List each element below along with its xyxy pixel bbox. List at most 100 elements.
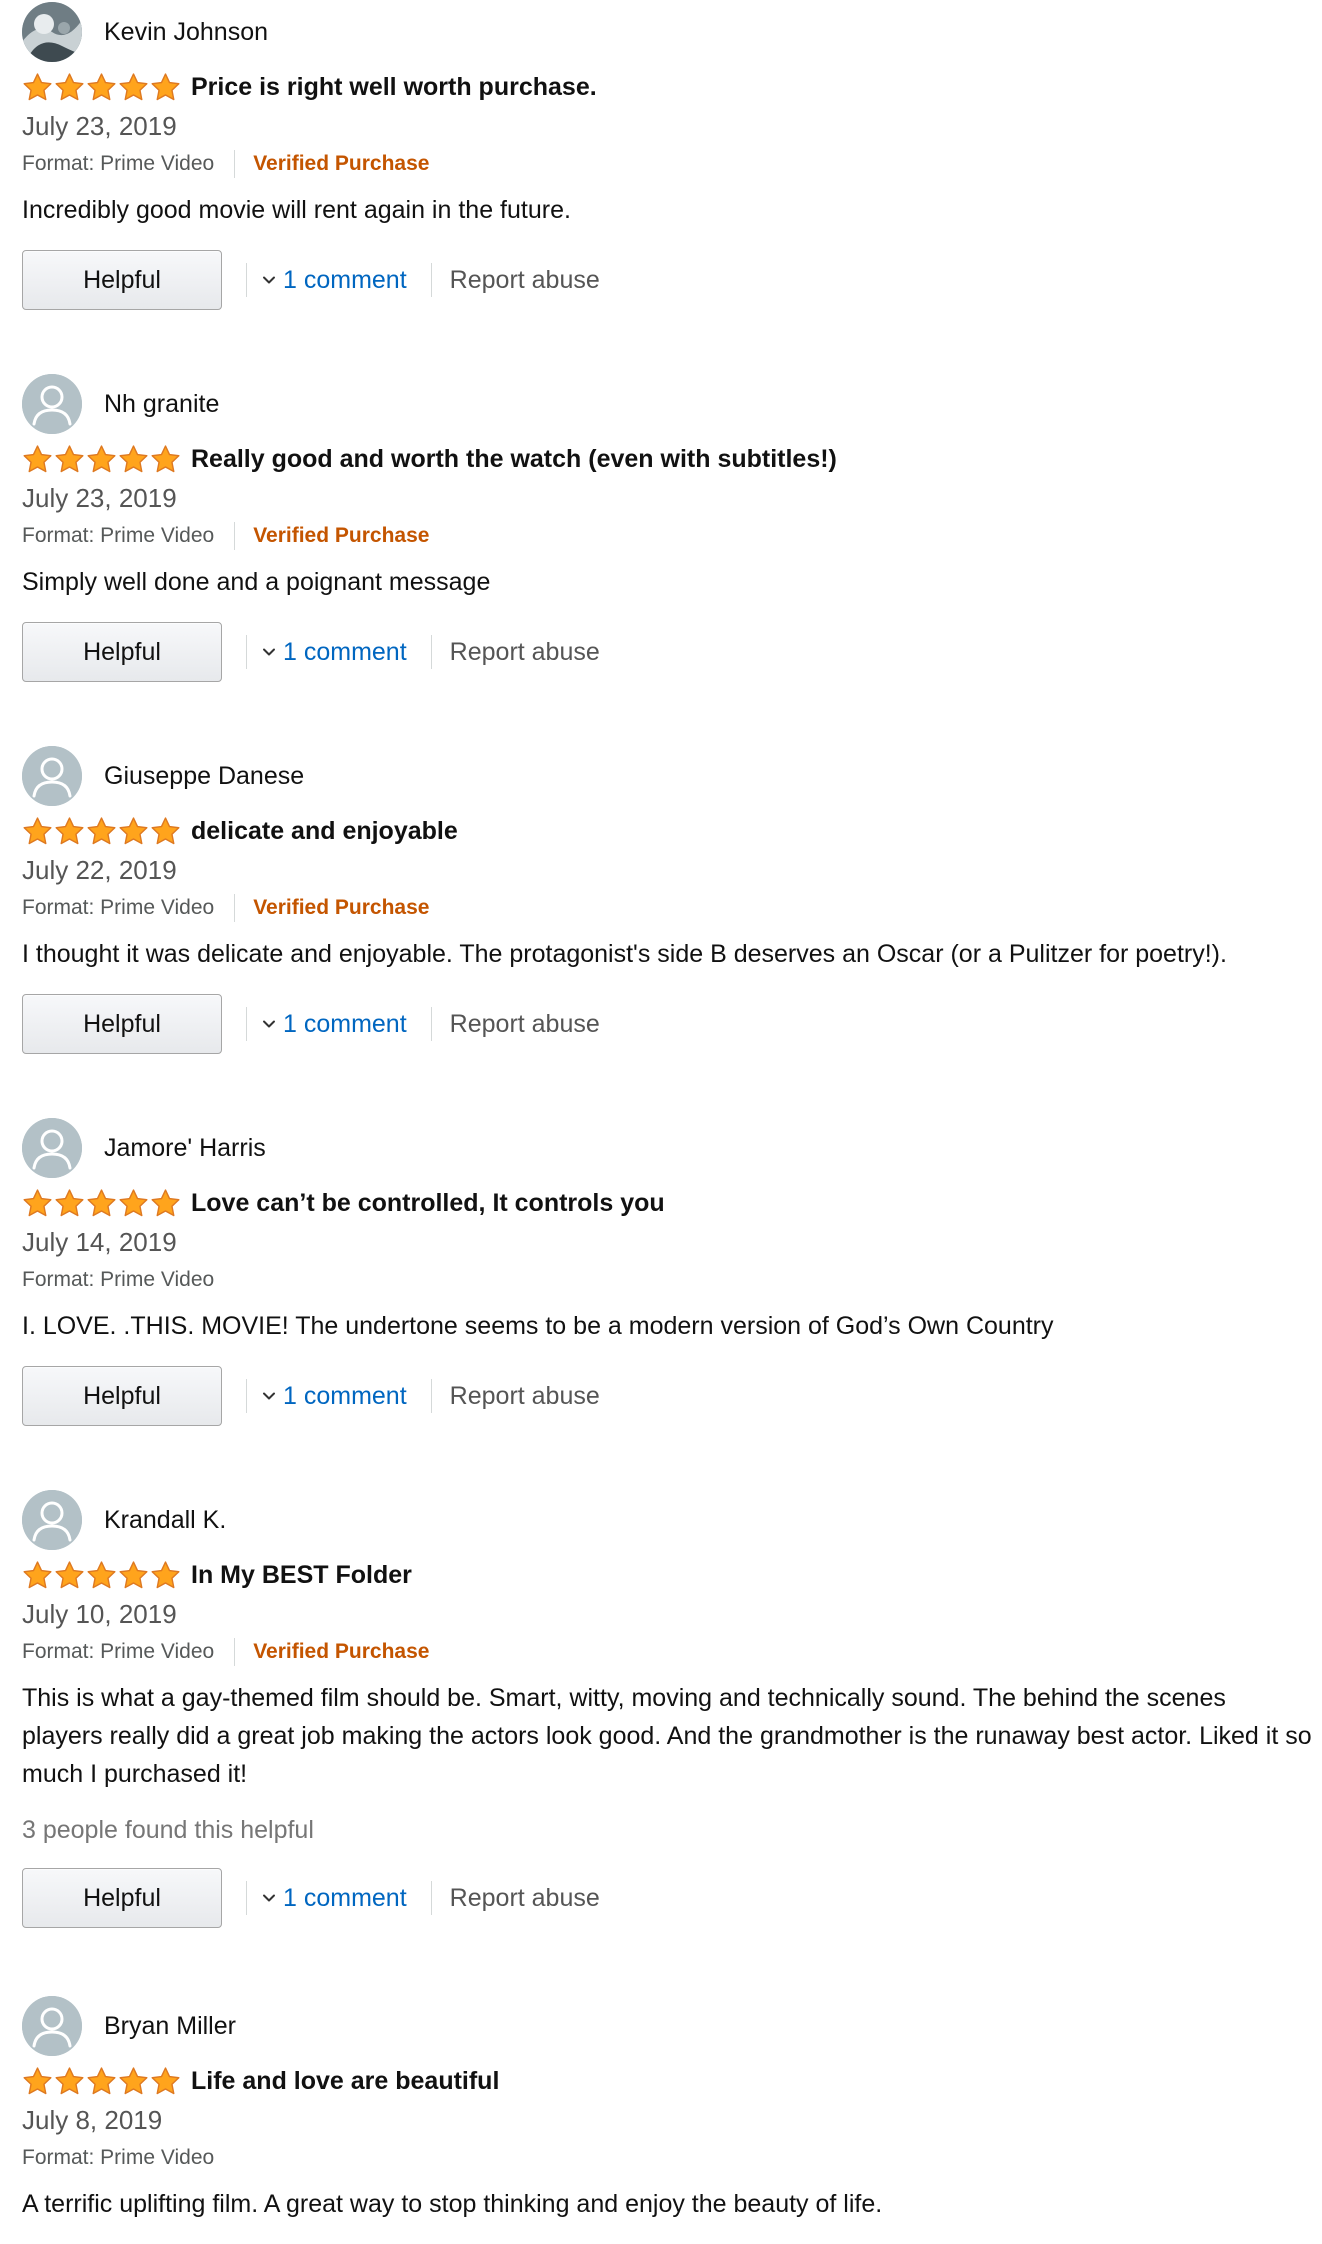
star-icon [22,816,53,847]
review-card: Jamore' Harris Love can’t be controlled, … [22,1116,1312,1427]
avatar[interactable] [22,374,82,434]
review-title[interactable]: Really good and worth the watch (even wi… [191,445,837,474]
star-icon [118,1188,149,1219]
star-icon [54,1188,85,1219]
review-actions: Helpful 1 comment Report abuse [22,621,1312,683]
divider [430,1881,432,1915]
review-title[interactable]: delicate and enjoyable [191,817,458,846]
review-title[interactable]: Price is right well worth purchase. [191,73,597,102]
divider [430,635,432,669]
star-icon [86,72,117,103]
avatar[interactable] [22,1490,82,1550]
avatar[interactable] [22,746,82,806]
chevron-down-icon [261,638,283,667]
format-label: Format: Prime Video [22,2146,215,2169]
divider [246,635,247,669]
star-icon [22,444,53,475]
review-actions: Helpful 1 comment Report abuse [22,993,1312,1055]
review-body: This is what a gay-themed film should be… [22,1684,1312,1788]
helpful-count: 3 people found this helpful [22,1816,314,1844]
report-abuse-link[interactable]: Report abuse [450,266,600,295]
star-icon [22,2066,53,2097]
reviewer-name[interactable]: Bryan Miller [104,2012,236,2041]
star-icon [54,1560,85,1591]
reviewer-name[interactable]: Giuseppe Danese [104,762,304,791]
review-date: July 22, 2019 [22,855,177,885]
helpful-button[interactable]: Helpful [22,1366,222,1426]
divider [234,894,236,922]
comments-label: 1 comment [283,1381,407,1410]
divider [246,1007,247,1041]
report-abuse-link[interactable]: Report abuse [450,638,600,667]
divider [430,1379,432,1413]
format-label: Format: Prime Video [22,1640,215,1663]
reviewer-profile[interactable]: Kevin Johnson [22,0,1312,64]
review-title-row: Price is right well worth purchase. [22,68,1312,106]
review-date: July 14, 2019 [22,1227,177,1257]
reviewer-profile[interactable]: Giuseppe Danese [22,744,1312,808]
divider [246,263,247,297]
report-abuse-link[interactable]: Report abuse [450,1382,600,1411]
star-rating[interactable] [22,2066,181,2097]
star-icon [150,816,181,847]
avatar[interactable] [22,1118,82,1178]
reviewer-name[interactable]: Jamore' Harris [104,1134,266,1163]
star-rating[interactable] [22,816,181,847]
divider [234,150,236,178]
star-icon [118,816,149,847]
star-icon [54,2066,85,2097]
star-icon [150,72,181,103]
comments-toggle[interactable]: 1 comment [261,1010,407,1039]
helpful-button[interactable]: Helpful [22,250,222,310]
review-title-row: delicate and enjoyable [22,812,1312,850]
verified-purchase-badge: Verified Purchase [253,524,430,547]
review-actions: Helpful 1 comment Report abuse [22,1867,1312,1929]
star-rating[interactable] [22,72,181,103]
avatar[interactable] [22,2,82,62]
review-title[interactable]: In My BEST Folder [191,1561,412,1590]
review-title[interactable]: Love can’t be controlled, It controls yo… [191,1189,665,1218]
comments-toggle[interactable]: 1 comment [261,1884,407,1913]
star-icon [22,72,53,103]
verified-purchase-badge: Verified Purchase [253,152,430,175]
review-actions: Helpful 1 comment Report abuse [22,249,1312,311]
star-rating[interactable] [22,444,181,475]
helpful-button[interactable]: Helpful [22,622,222,682]
reviewer-profile[interactable]: Bryan Miller [22,1994,1312,2058]
star-rating[interactable] [22,1188,181,1219]
review-format-row: Format: Prime Video [22,1263,1312,1297]
star-icon [22,1188,53,1219]
default-user-icon [22,1118,82,1178]
verified-purchase-badge: Verified Purchase [253,896,430,919]
reviewer-profile[interactable]: Jamore' Harris [22,1116,1312,1180]
star-icon [150,1188,181,1219]
reviewer-name[interactable]: Krandall K. [104,1506,226,1535]
helpful-button[interactable]: Helpful [22,994,222,1054]
comments-toggle[interactable]: 1 comment [261,1382,407,1411]
reviewer-profile[interactable]: Krandall K. [22,1488,1312,1552]
comments-toggle[interactable]: 1 comment [261,638,407,667]
review-card: Bryan Miller Life and love are beautiful J… [22,1994,1312,2223]
helpful-button[interactable]: Helpful [22,1868,222,1928]
avatar[interactable] [22,1996,82,2056]
default-user-icon [22,374,82,434]
divider [234,522,236,550]
reviewer-name[interactable]: Kevin Johnson [104,18,268,47]
divider [234,1638,236,1666]
comments-label: 1 comment [283,265,407,294]
comments-toggle[interactable]: 1 comment [261,266,407,295]
report-abuse-link[interactable]: Report abuse [450,1884,600,1913]
reviewer-profile[interactable]: Nh granite [22,372,1312,436]
review-body: I. LOVE. .THIS. MOVIE! The undertone see… [22,1312,1054,1340]
reviewer-name[interactable]: Nh granite [104,390,219,419]
star-rating[interactable] [22,1560,181,1591]
review-title[interactable]: Life and love are beautiful [191,2067,499,2096]
format-label: Format: Prime Video [22,896,215,919]
star-icon [118,72,149,103]
divider [430,263,432,297]
report-abuse-link[interactable]: Report abuse [450,1010,600,1039]
review-format-row: Format: Prime Video Verified Purchase [22,147,1312,181]
divider [246,1881,247,1915]
review-title-row: Really good and worth the watch (even wi… [22,440,1312,478]
format-label: Format: Prime Video [22,1268,215,1291]
